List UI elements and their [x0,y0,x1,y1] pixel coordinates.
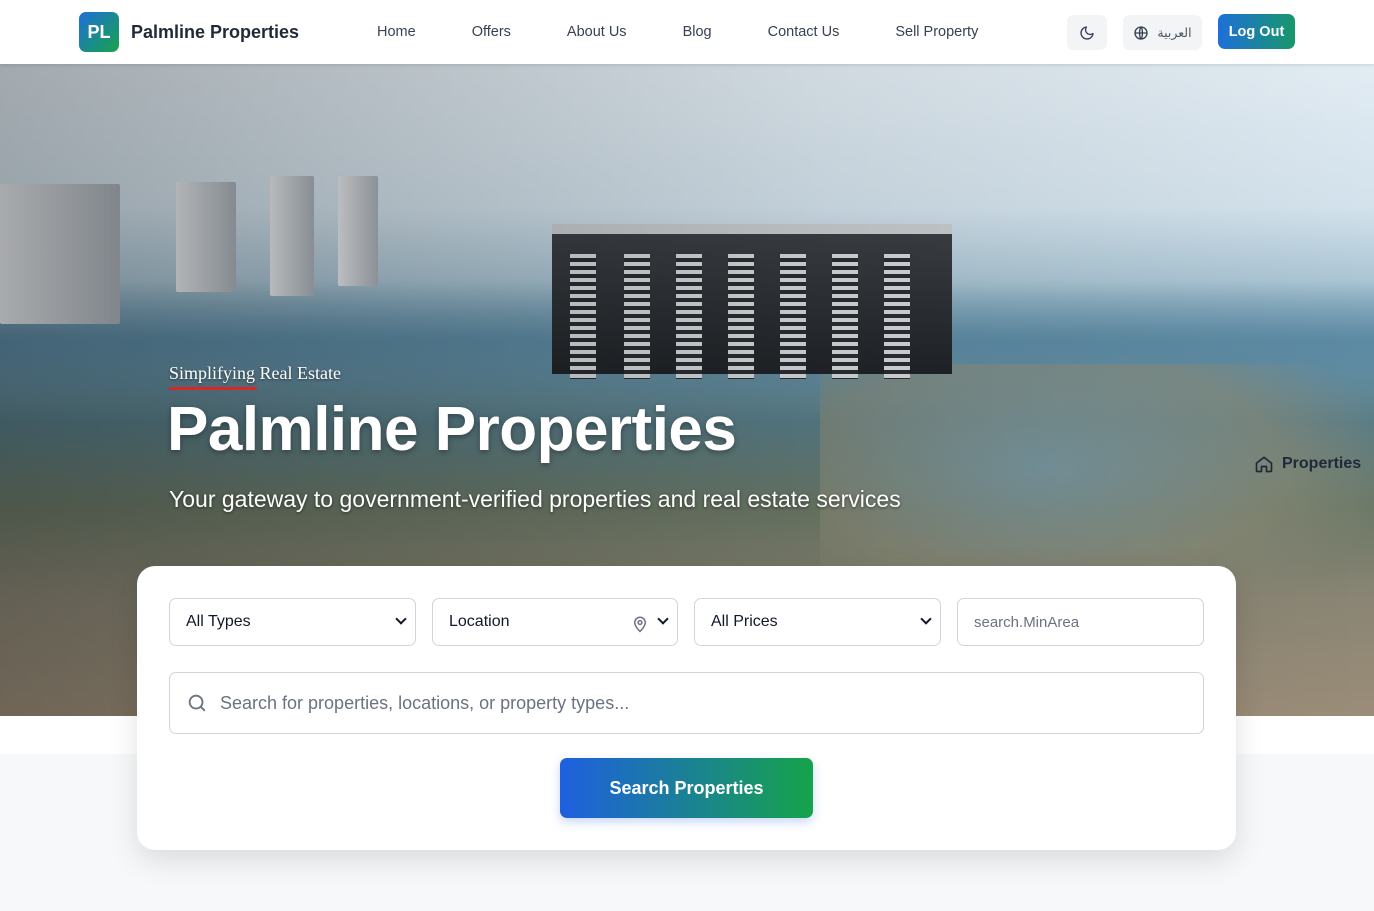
nav-offers-link[interactable]: Offers [444,24,539,40]
globe-icon [1134,25,1149,40]
home-icon [1255,456,1273,473]
hero-subtitle: Your gateway to government-verified prop… [169,486,901,512]
search-icon [188,694,206,712]
moon-icon [1080,25,1094,40]
price-value: All Prices [711,613,778,630]
chevron-down-icon [395,613,407,625]
theme-toggle-button[interactable] [1067,15,1107,50]
search-card: All Types Location All Prices search.Min… [137,566,1236,850]
chevron-down-icon [657,613,669,625]
property-type-select[interactable]: All Types [169,598,416,646]
min-area-input[interactable]: search.MinArea [957,598,1204,646]
properties-side-link-label: Properties [1282,455,1362,472]
price-select[interactable]: All Prices [694,598,941,646]
nav-about-link[interactable]: About Us [539,24,655,40]
min-area-placeholder: search.MinArea [974,613,1080,631]
location-value: Location [449,613,510,630]
top-navbar: PL Palmline Properties Home Offers About… [0,0,1374,64]
language-label: العربية [1157,26,1192,40]
search-placeholder: Search for properties, locations, or pro… [220,692,630,713]
properties-side-link[interactable]: Properties [1254,454,1361,474]
map-pin-icon [633,616,647,633]
property-type-value: All Types [186,613,251,630]
language-toggle-button[interactable]: العربية [1123,15,1202,50]
nav-sell-property-link[interactable]: Sell Property [867,24,1006,40]
brand-name[interactable]: Palmline Properties [131,22,299,43]
brand[interactable]: PL Palmline Properties [79,12,299,52]
property-search-input[interactable]: Search for properties, locations, or pro… [169,672,1204,734]
hero-tagline: Simplifying Real Estate [169,363,341,383]
hero-title: Palmline Properties [167,395,737,464]
hero-tagline-underline [169,387,257,390]
location-select[interactable]: Location [432,598,678,646]
brand-logo[interactable]: PL [79,12,119,52]
nav-blog-link[interactable]: Blog [655,24,740,40]
search-properties-button[interactable]: Search Properties [560,758,813,818]
nav-home-link[interactable]: Home [349,24,444,40]
nav-contact-link[interactable]: Contact Us [740,24,868,40]
main-nav: Home Offers About Us Blog Contact Us Sel… [349,0,1006,64]
chevron-down-icon [920,613,932,625]
logout-button[interactable]: Log Out [1218,14,1295,49]
